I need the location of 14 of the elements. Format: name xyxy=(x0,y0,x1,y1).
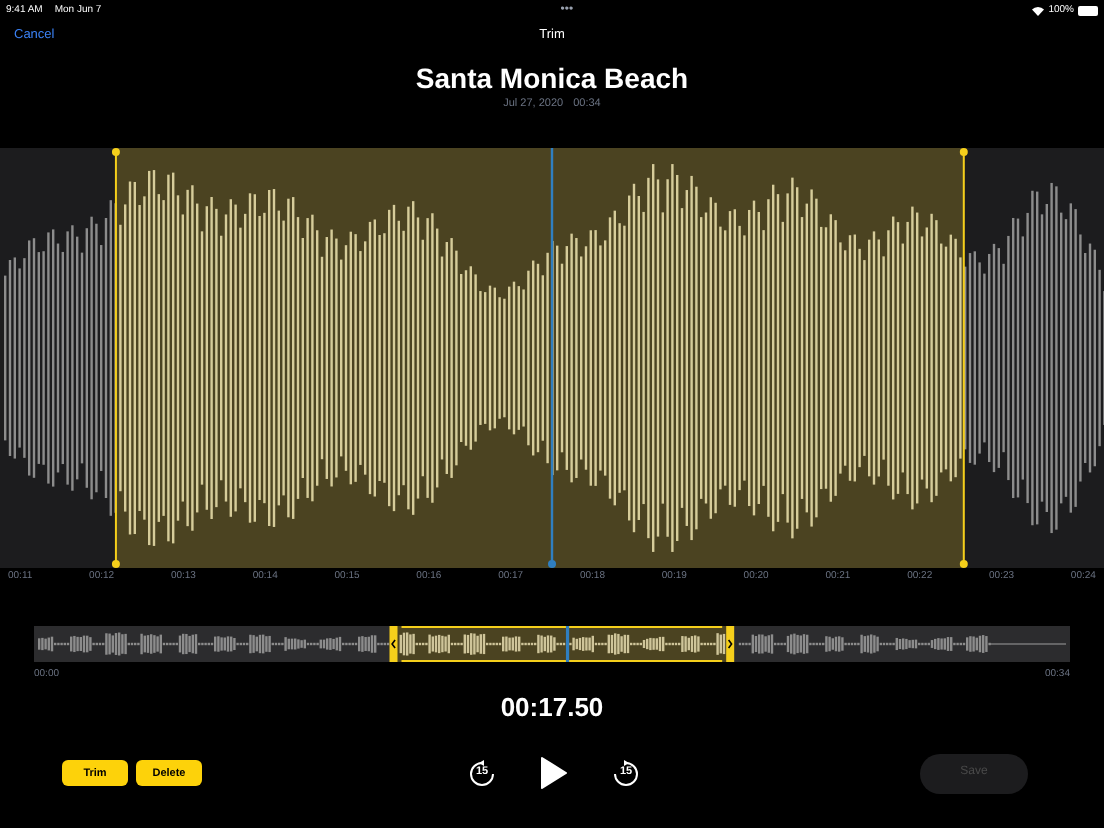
recording-title: Santa Monica Beach xyxy=(415,60,689,96)
rotate-forward-icon xyxy=(612,759,640,788)
end-handle[interactable] xyxy=(959,148,968,568)
battery-icon xyxy=(1077,6,1098,16)
playhead[interactable] xyxy=(548,148,556,568)
current-time: 00:17.50 xyxy=(500,690,604,726)
overview-end-handle[interactable] xyxy=(726,625,735,661)
play-button[interactable] xyxy=(540,755,568,792)
start-handle[interactable] xyxy=(111,148,120,568)
overview-start-handle[interactable] xyxy=(389,625,398,661)
rotate-back-icon xyxy=(468,759,496,788)
play-icon xyxy=(540,756,568,791)
overview-playhead[interactable] xyxy=(565,625,570,661)
wifi-icon xyxy=(1032,6,1045,16)
